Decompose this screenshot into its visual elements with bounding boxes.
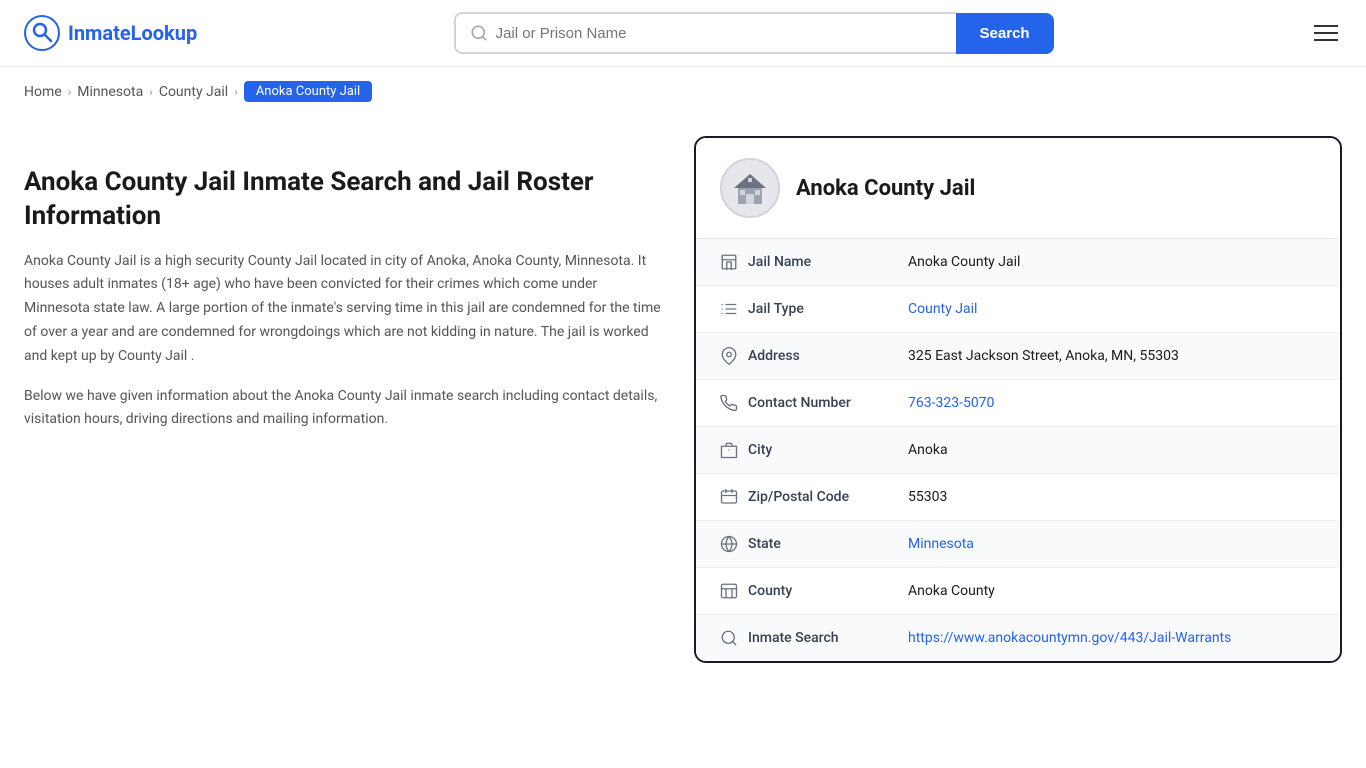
info-value: Anoka County Jail xyxy=(908,254,1020,270)
info-label: Jail Name xyxy=(748,254,908,270)
search-input-icon xyxy=(470,24,488,42)
table-row: Zip/Postal Code55303 xyxy=(696,474,1340,521)
info-value: Anoka County xyxy=(908,583,995,599)
left-column: Anoka County Jail Inmate Search and Jail… xyxy=(24,136,664,663)
county-icon xyxy=(720,582,748,600)
zip-icon xyxy=(720,488,748,506)
search-icon xyxy=(720,629,748,647)
search-input[interactable] xyxy=(496,25,942,42)
info-table: Jail NameAnoka County JailJail TypeCount… xyxy=(696,239,1340,661)
table-row: Inmate Searchhttps://www.anokacountymn.g… xyxy=(696,615,1340,661)
jail-building-icon xyxy=(730,168,770,208)
breadcrumb-active: Anoka County Jail xyxy=(244,81,372,102)
breadcrumb-chevron-1: › xyxy=(68,85,72,99)
table-row: Contact Number763-323-5070 xyxy=(696,380,1340,427)
page-title: Anoka County Jail Inmate Search and Jail… xyxy=(24,166,664,234)
info-value-link[interactable]: County Jail xyxy=(908,301,977,317)
phone-icon xyxy=(720,394,748,412)
info-value[interactable]: County Jail xyxy=(908,301,977,317)
search-area: Search xyxy=(454,12,1054,54)
info-value-link[interactable]: Minnesota xyxy=(908,536,974,552)
page-description-2: Below we have given information about th… xyxy=(24,385,664,433)
breadcrumb-minnesota[interactable]: Minnesota xyxy=(77,84,143,100)
card-header: Anoka County Jail xyxy=(696,138,1340,239)
menu-line-3 xyxy=(1314,39,1338,41)
breadcrumb-chevron-3: › xyxy=(234,85,238,99)
main-content: Anoka County Jail Inmate Search and Jail… xyxy=(0,116,1366,683)
info-label: Inmate Search xyxy=(748,630,908,646)
jail-avatar xyxy=(720,158,780,218)
page-description-1: Anoka County Jail is a high security Cou… xyxy=(24,250,664,369)
info-value: 325 East Jackson Street, Anoka, MN, 5530… xyxy=(908,348,1179,364)
logo-text: InmateLookup xyxy=(68,21,197,45)
info-value[interactable]: 763-323-5070 xyxy=(908,395,994,411)
logo-link[interactable]: InmateLookup xyxy=(24,15,197,51)
right-column: Anoka County Jail Jail NameAnoka County … xyxy=(694,136,1342,663)
location-icon xyxy=(720,347,748,365)
info-label: State xyxy=(748,536,908,552)
info-label: Jail Type xyxy=(748,301,908,317)
breadcrumb-chevron-2: › xyxy=(149,85,153,99)
info-value[interactable]: https://www.anokacountymn.gov/443/Jail-W… xyxy=(908,630,1231,646)
info-value[interactable]: Minnesota xyxy=(908,536,974,552)
table-row: CountyAnoka County xyxy=(696,568,1340,615)
table-row: Address325 East Jackson Street, Anoka, M… xyxy=(696,333,1340,380)
menu-button[interactable] xyxy=(1310,21,1342,45)
info-value-link[interactable]: https://www.anokacountymn.gov/443/Jail-W… xyxy=(908,630,1231,646)
breadcrumb: Home › Minnesota › County Jail › Anoka C… xyxy=(0,67,1366,116)
info-value: 55303 xyxy=(908,489,947,505)
logo-suffix: Lookup xyxy=(131,21,198,45)
info-card: Anoka County Jail Jail NameAnoka County … xyxy=(694,136,1342,663)
building-icon xyxy=(720,253,748,271)
logo-icon xyxy=(24,15,60,51)
table-row: CityAnoka xyxy=(696,427,1340,474)
info-label: City xyxy=(748,442,908,458)
list-icon xyxy=(720,300,748,318)
table-row: Jail NameAnoka County Jail xyxy=(696,239,1340,286)
card-title: Anoka County Jail xyxy=(796,176,975,201)
search-button[interactable]: Search xyxy=(956,13,1054,54)
breadcrumb-home[interactable]: Home xyxy=(24,84,62,100)
info-label: Contact Number xyxy=(748,395,908,411)
logo-prefix: Inmate xyxy=(68,21,131,45)
search-input-wrapper xyxy=(454,12,956,54)
breadcrumb-county-jail[interactable]: County Jail xyxy=(159,84,228,100)
table-row: StateMinnesota xyxy=(696,521,1340,568)
info-value: Anoka xyxy=(908,442,948,458)
header: InmateLookup Search xyxy=(0,0,1366,67)
info-label: Address xyxy=(748,348,908,364)
city-icon xyxy=(720,441,748,459)
menu-line-2 xyxy=(1314,32,1338,34)
menu-line-1 xyxy=(1314,25,1338,27)
info-label: County xyxy=(748,583,908,599)
info-value-link[interactable]: 763-323-5070 xyxy=(908,395,994,411)
globe-icon xyxy=(720,535,748,553)
info-label: Zip/Postal Code xyxy=(748,489,908,505)
table-row: Jail TypeCounty Jail xyxy=(696,286,1340,333)
